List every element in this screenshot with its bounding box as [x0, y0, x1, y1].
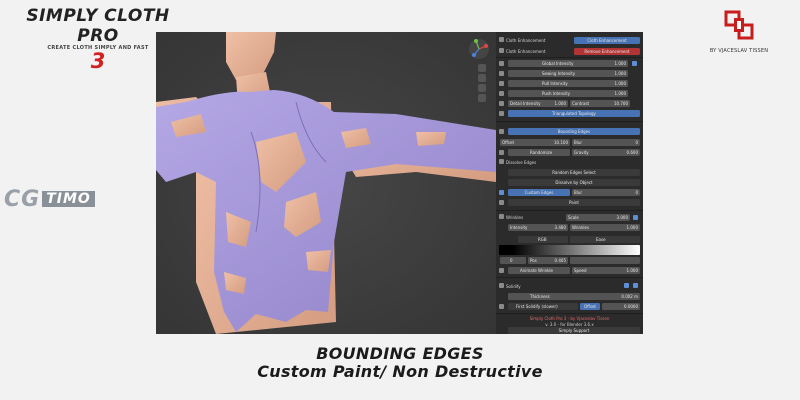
camera-icon[interactable]: [478, 84, 486, 92]
thickness-field[interactable]: Thickness 0.002 m: [508, 293, 640, 300]
pull-intensity-field[interactable]: Pull Intensity 1.000: [508, 80, 628, 87]
author-block: BY VJACESLAV TISSEN: [694, 8, 784, 54]
dissolve-edges-label: Dissolve Edges: [506, 160, 537, 165]
3d-viewport[interactable]: [156, 32, 496, 334]
random-edges-select-button[interactable]: Random Edges Select: [508, 169, 640, 176]
animate-wrinkle-toggle[interactable]: Animate Wrinkle: [508, 267, 570, 274]
bounding-edges-button[interactable]: Bounding Edges: [508, 128, 640, 135]
cloth-enhancement-label-2: Cloth Enhancement: [506, 49, 546, 54]
watermark-cg: CG: [4, 187, 41, 212]
watermark-tag: TIMO: [42, 191, 95, 207]
custom-edges-button[interactable]: Custom Edges: [508, 189, 570, 196]
randomize-icon: [499, 150, 504, 155]
first-solidify-icon: [499, 304, 504, 309]
push-intensity-field[interactable]: Push Intensity 1.000: [508, 90, 628, 97]
bounding-edges-icon: [499, 129, 504, 134]
color-ramp[interactable]: [499, 245, 640, 255]
author-name: BY VJACESLAV TISSEN: [709, 48, 769, 54]
wrinkle-icon: [499, 214, 504, 219]
blur-field[interactable]: Blur 0: [572, 139, 640, 146]
footer-title: Simply Cloth Pro 3 - by Vjaceslav Tissen: [529, 316, 610, 321]
detail-intensity-field[interactable]: Detail Intensity 1.000: [508, 100, 568, 107]
blur-field-2[interactable]: Blur 0: [572, 189, 640, 196]
cloth-enhancement-icon: [499, 37, 504, 42]
character-render: [156, 32, 496, 334]
solidify-icon: [499, 283, 504, 288]
solidify-label: Solidify: [506, 284, 521, 289]
interpolation-select[interactable]: Ease: [570, 236, 640, 243]
wrinkle-settings-icon[interactable]: [633, 215, 638, 220]
wrinkles-value-field[interactable]: Wrinkles 1.000: [570, 224, 640, 231]
scale-field[interactable]: Scale 3.000: [566, 214, 630, 221]
pos-field[interactable]: Pos 0.405: [528, 257, 568, 264]
caption-title: BOUNDING EDGES: [316, 344, 484, 363]
offset2-value[interactable]: 0.0000: [602, 303, 640, 310]
simply-cloth-panel: Cloth Enhancement Cloth Enhancement Clot…: [496, 32, 643, 334]
contrast-field[interactable]: Contrast 10.700: [570, 100, 630, 107]
paint-icon: [499, 200, 504, 205]
cloth-enhancement-label: Cloth Enhancement: [506, 38, 546, 43]
push-icon: [499, 91, 504, 96]
simply-support-button[interactable]: Simply Support: [508, 327, 640, 334]
gravity-field[interactable]: Gravity 0.600: [572, 149, 640, 156]
pull-icon: [499, 81, 504, 86]
animate-icon: [499, 268, 504, 273]
settings-icon[interactable]: [632, 61, 637, 66]
randomize-field[interactable]: Randomize: [508, 149, 570, 156]
author-logo-icon: [724, 10, 754, 40]
cgtimo-watermark: CG TIMO: [4, 187, 124, 215]
solidify-apply-icon[interactable]: [624, 283, 629, 288]
global-icon: [499, 61, 504, 66]
stop-index-field[interactable]: 0: [500, 257, 526, 264]
global-intensity-field[interactable]: Global Intensity 1.000: [508, 60, 628, 67]
cloth-enhancement-icon: [499, 48, 504, 53]
zoom-icon[interactable]: [478, 64, 486, 72]
caption-subtitle: Custom Paint/ Non Destructive: [257, 362, 543, 381]
speed-field[interactable]: Speed 1.000: [572, 267, 640, 274]
sewing-icon: [499, 71, 504, 76]
offset-field[interactable]: Offset 10.100: [500, 139, 570, 146]
grid-icon[interactable]: [478, 94, 486, 102]
remove-enhancement-button[interactable]: Remove Enhancement: [574, 48, 640, 55]
detail-icon: [499, 101, 504, 106]
triangulated-topology-button[interactable]: Triangulated Topology: [508, 110, 640, 117]
dissolve-by-object-button[interactable]: Dissolve by Object: [508, 179, 640, 186]
cloth-enhancement-button[interactable]: Cloth Enhancement: [574, 37, 640, 44]
sewing-intensity-field[interactable]: Sewing Intensity 1.000: [508, 70, 628, 77]
axis-gizmo-icon[interactable]: [468, 38, 490, 60]
color-swatch[interactable]: [570, 257, 640, 264]
offset2-label[interactable]: Offset: [580, 303, 600, 310]
wrinkles-label: Wrinkles: [506, 215, 524, 220]
dissolve-icon: [499, 159, 504, 164]
solidify-settings-icon[interactable]: [633, 283, 638, 288]
custom-edges-icon: [499, 190, 504, 195]
color-mode-select[interactable]: RGB: [518, 236, 568, 243]
hand-icon[interactable]: [478, 74, 486, 82]
first-solidify-button[interactable]: First Solidify (slower): [508, 303, 578, 310]
paint-button[interactable]: Paint: [508, 199, 640, 206]
topology-icon: [499, 111, 504, 116]
intensity-field[interactable]: Intensity 3.480: [508, 224, 568, 231]
